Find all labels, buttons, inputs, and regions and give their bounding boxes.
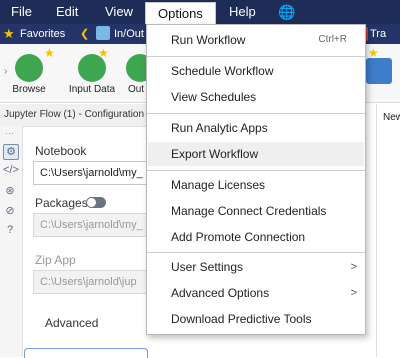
tool-output[interactable]: Out (126, 54, 146, 95)
notebook-field[interactable]: C:\Users\jarnold\my_ (33, 161, 149, 185)
menu-options[interactable]: Options (145, 2, 216, 25)
user-settings-label: User Settings (171, 260, 244, 274)
connection-icon[interactable]: ⊛ (3, 184, 17, 198)
notebook-label: Notebook (35, 144, 87, 158)
options-dropdown: Run Workflow Ctrl+R Schedule Workflow Vi… (146, 24, 366, 335)
menu-item-run-analytic-apps[interactable]: Run Analytic Apps (148, 116, 364, 140)
advanced-options-label: Advanced Options (171, 286, 270, 300)
tab-new[interactable]: New (383, 112, 400, 123)
zip-app-field: C:\Users\jarnold\jup (33, 270, 149, 294)
run-workflow-label: Run Workflow (171, 33, 246, 47)
right-pane: New (376, 104, 400, 357)
binoculars-icon (15, 54, 43, 82)
tool-output-label: Out (127, 84, 145, 95)
tab-in-out[interactable]: In/Out (114, 28, 144, 40)
manage-licenses-label: Manage Licenses (171, 178, 266, 192)
tool-browse[interactable]: Browse (10, 54, 48, 95)
output-icon (126, 54, 146, 82)
help-icon[interactable]: ? (3, 224, 17, 238)
run-analytic-apps-label: Run Analytic Apps (171, 121, 268, 135)
menu-item-run-workflow[interactable]: Run Workflow Ctrl+R (148, 28, 364, 52)
packages-label: Packages (35, 196, 88, 210)
menu-item-manage-licenses[interactable]: Manage Licenses (148, 173, 364, 197)
book-icon (78, 54, 106, 82)
code-icon[interactable]: </> (3, 164, 19, 178)
config-side-toolbar: ⋯ ⚙ </> ⊛ ⊘ ? (0, 126, 23, 357)
chevron-right-icon[interactable]: › (4, 66, 7, 77)
menu-help[interactable]: Help (229, 3, 256, 21)
tab-transform[interactable]: Tra (370, 28, 386, 40)
tool-browse-label: Browse (12, 84, 46, 95)
menu-item-download-predictive-tools[interactable]: Download Predictive Tools (148, 307, 364, 331)
favorites-label[interactable]: Favorites (20, 28, 65, 40)
download-predictive-label: Download Predictive Tools (171, 312, 312, 326)
tag-icon[interactable]: ⊘ (3, 204, 17, 218)
submenu-arrow-icon: > (350, 287, 357, 299)
tool-input-data[interactable]: Input Data (66, 54, 118, 95)
menu-separator (147, 113, 365, 114)
star-icon: ★ (3, 26, 15, 41)
menu-bar: File Edit View Options Help 🌐 (0, 0, 400, 25)
menu-item-advanced-options[interactable]: Advanced Options > (148, 281, 364, 305)
config-panel-title: Jupyter Flow (1) - Configuration (0, 104, 149, 127)
menu-edit[interactable]: Edit (56, 3, 78, 21)
menu-item-export-workflow[interactable]: Export Workflow (148, 142, 364, 166)
menu-item-schedule-workflow[interactable]: Schedule Workflow (148, 59, 364, 83)
export-workflow-label: Export Workflow (171, 147, 259, 161)
packages-toggle[interactable] (86, 197, 106, 208)
chevron-left-icon[interactable]: ❮ (80, 27, 89, 40)
menu-item-add-promote-connection[interactable]: Add Promote Connection (148, 225, 364, 249)
menu-separator (147, 252, 365, 253)
schedule-workflow-label: Schedule Workflow (171, 64, 274, 78)
menu-view[interactable]: View (105, 3, 133, 21)
globe-icon[interactable]: 🌐 (278, 3, 295, 21)
menu-separator (147, 56, 365, 57)
run-workflow-shortcut: Ctrl+R (318, 34, 347, 45)
menu-item-manage-connect-credentials[interactable]: Manage Connect Credentials (148, 199, 364, 223)
view-schedules-label: View Schedules (171, 90, 257, 104)
packages-field: C:\Users\jarnold\my_ (33, 213, 149, 237)
advanced-section[interactable]: Advanced (45, 316, 98, 330)
menu-item-user-settings[interactable]: User Settings > (148, 255, 364, 279)
add-promote-label: Add Promote Connection (171, 230, 306, 244)
tool-icon-blue[interactable] (366, 58, 392, 84)
menu-file[interactable]: File (11, 3, 32, 21)
menu-item-view-schedules[interactable]: View Schedules (148, 85, 364, 109)
gear-icon[interactable]: ⚙ (3, 144, 19, 160)
submenu-arrow-icon: > (350, 261, 357, 273)
menu-separator (147, 170, 365, 171)
more-icon: ⋯ (5, 128, 14, 138)
tool-input-data-label: Input Data (68, 84, 116, 95)
manage-connect-label: Manage Connect Credentials (171, 204, 327, 218)
zip-app-label: Zip App (35, 253, 76, 267)
folder-icon (96, 26, 110, 40)
